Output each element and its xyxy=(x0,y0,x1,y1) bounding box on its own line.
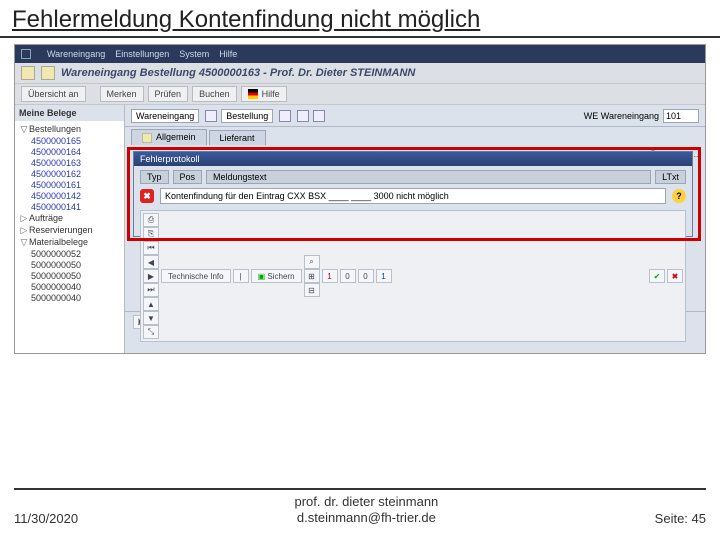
menubar: Wareneingang Einstellungen System Hilfe xyxy=(15,45,705,63)
sel-bestellung[interactable]: Bestellung xyxy=(221,109,273,123)
btn-sichern[interactable]: ▣ Sichern xyxy=(251,269,302,283)
node-reservierungen[interactable]: Reservierungen xyxy=(29,225,93,235)
po-item[interactable]: 4500000142 xyxy=(31,191,120,201)
po-item[interactable]: 4500000163 xyxy=(31,158,120,168)
app-icon xyxy=(21,66,35,80)
footer-date: 11/30/2020 xyxy=(14,511,78,526)
misc-btn[interactable]: ⌕ xyxy=(304,255,320,269)
po-item[interactable]: 4500000165 xyxy=(31,136,120,146)
nav-btn[interactable]: ⏭ xyxy=(143,283,159,297)
main-area: Wareneingang Bestellung WE Wareneingang … xyxy=(125,105,705,353)
po-item[interactable]: 4500000164 xyxy=(31,147,120,157)
btn-ok[interactable]: ✔ xyxy=(649,269,665,283)
btn-merken[interactable]: Merken xyxy=(100,86,144,102)
tab-lieferant[interactable]: Lieferant xyxy=(209,130,266,145)
toggle-icon[interactable] xyxy=(297,110,309,122)
node-matbelege[interactable]: Materialbelege xyxy=(29,237,88,247)
btn-uebersicht[interactable]: Übersicht an xyxy=(21,86,86,102)
menu-einstellungen[interactable]: Einstellungen xyxy=(115,49,169,59)
po-item[interactable]: 4500000141 xyxy=(31,202,120,212)
system-menu-icon[interactable] xyxy=(21,49,31,59)
sap-window: Wareneingang Einstellungen System Hilfe … xyxy=(14,44,706,354)
sel-wareneingang[interactable]: Wareneingang xyxy=(131,109,199,123)
mb-item[interactable]: 5000000040 xyxy=(31,282,120,292)
nav-btn[interactable]: ▼ xyxy=(143,311,159,325)
mb-item[interactable]: 5000000050 xyxy=(31,271,120,281)
mb-item[interactable]: 5000000050 xyxy=(31,260,120,270)
label-we: WE Wareneingang xyxy=(584,111,659,121)
misc-btn[interactable]: ⊟ xyxy=(304,283,320,297)
error-row: ✖ Kontenfindung für den Eintrag CXX BSX … xyxy=(140,188,686,204)
menu-hilfe[interactable]: Hilfe xyxy=(219,49,237,59)
nav-btn[interactable]: ⎙ xyxy=(143,213,159,227)
sidebar-header: Meine Belege xyxy=(15,105,124,121)
btn-pruefen[interactable]: Prüfen xyxy=(148,86,189,102)
expand-icon[interactable]: ▽ xyxy=(19,124,29,135)
error-icon: ✖ xyxy=(140,189,154,203)
search-icon[interactable] xyxy=(279,110,291,122)
tab-allgemein[interactable]: Allgemein xyxy=(131,129,207,145)
tabs: Allgemein Lieferant xyxy=(125,127,705,145)
input-bwa[interactable] xyxy=(663,109,699,123)
col-ltxt: LTxt xyxy=(655,170,686,184)
misc-btn[interactable]: ⊞ xyxy=(304,269,320,283)
mb-item[interactable]: 5000000052 xyxy=(31,249,120,259)
sidebar: Meine Belege ▽Bestellungen 4500000165450… xyxy=(15,105,125,353)
menu-wareneingang[interactable]: Wareneingang xyxy=(47,49,105,59)
toggle-icon-2[interactable] xyxy=(313,110,325,122)
tab-icon xyxy=(142,133,152,143)
count-green: 0 xyxy=(358,269,374,283)
app-title: Wareneingang Bestellung 4500000163 - Pro… xyxy=(61,67,415,79)
nav-btn[interactable]: ▲ xyxy=(143,297,159,311)
nav-btn[interactable]: ⤡ xyxy=(143,325,159,339)
flag-de-icon xyxy=(248,89,258,99)
divider-icon: | xyxy=(233,269,249,283)
expand-icon[interactable]: ▽ xyxy=(19,237,29,248)
help-icon[interactable]: ? xyxy=(672,189,686,203)
col-meldung: Meldungstext xyxy=(206,170,651,184)
col-typ: Typ xyxy=(140,170,169,184)
btn-techinfo[interactable]: Technische Info xyxy=(161,269,231,283)
app-toolbar: Übersicht an Merken Prüfen Buchen Hilfe xyxy=(15,83,705,105)
nav-btn[interactable]: ⏮ xyxy=(143,241,159,255)
error-popup: Fehlerprotokoll Typ Pos Meldungstext LTx… xyxy=(133,151,693,237)
popup-toolbar: ⎙⎘⏮◀▶⏭▲▼⤡ Technische Info | ▣ Sichern ⌕⊞… xyxy=(140,210,686,342)
btn-close[interactable]: ✖ xyxy=(667,269,683,283)
menu-system[interactable]: System xyxy=(179,49,209,59)
footer-page: Seite: 45 xyxy=(655,511,706,526)
app-title-bar: Wareneingang Bestellung 4500000163 - Pro… xyxy=(15,63,705,83)
node-auftraege[interactable]: Aufträge xyxy=(29,213,63,223)
vendor-icon xyxy=(205,110,217,122)
btn-buchen[interactable]: Buchen xyxy=(192,86,237,102)
popup-columns: Typ Pos Meldungstext LTxt xyxy=(140,170,686,184)
nav-btn[interactable]: ◀ xyxy=(143,255,159,269)
tree: ▽Bestellungen 45000001654500000164450000… xyxy=(15,121,124,306)
mb-item[interactable]: 5000000040 xyxy=(31,293,120,303)
count-red: 1 xyxy=(322,269,338,283)
footer-email: d.steinmann@fh-trier.de xyxy=(297,510,436,525)
expand-icon[interactable]: ▷ xyxy=(19,213,29,224)
po-item[interactable]: 4500000162 xyxy=(31,169,120,179)
footer-author: prof. dr. dieter steinmann xyxy=(294,494,438,509)
nav-btn[interactable]: ▶ xyxy=(143,269,159,283)
app-icon-2 xyxy=(41,66,55,80)
col-pos: Pos xyxy=(173,170,203,184)
slide-title: Fehlermeldung Kontenfindung nicht möglic… xyxy=(0,0,720,38)
popup-titlebar: Fehlerprotokoll xyxy=(134,152,692,166)
node-bestellungen[interactable]: Bestellungen xyxy=(29,124,81,134)
expand-icon[interactable]: ▷ xyxy=(19,225,29,236)
btn-hilfe[interactable]: Hilfe xyxy=(241,86,287,102)
slide-footer: 11/30/2020 prof. dr. dieter steinmann d.… xyxy=(14,488,706,527)
count-yellow: 0 xyxy=(340,269,356,283)
po-item[interactable]: 4500000161 xyxy=(31,180,120,190)
nav-btn[interactable]: ⎘ xyxy=(143,227,159,241)
count-info: 1 xyxy=(376,269,392,283)
top-controls: Wareneingang Bestellung WE Wareneingang xyxy=(125,105,705,127)
error-message: Kontenfindung für den Eintrag CXX BSX __… xyxy=(160,188,666,204)
